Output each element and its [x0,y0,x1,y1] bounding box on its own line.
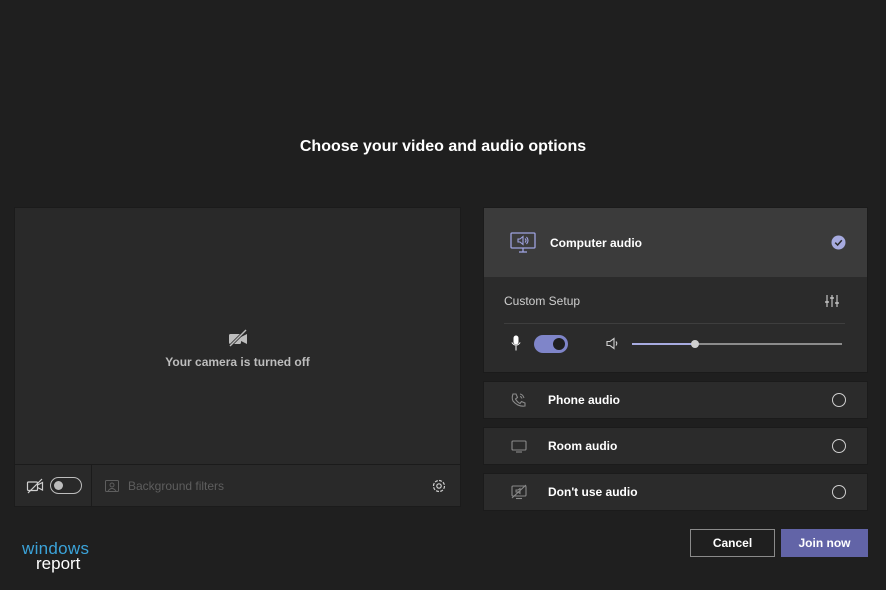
microphone-toggle[interactable] [534,335,568,353]
device-settings-icon[interactable] [825,294,839,308]
custom-setup-panel: Custom Setup [484,277,867,372]
computer-audio-option[interactable]: Computer audio [484,208,867,277]
video-preview-area: Your camera is turned off [15,208,460,465]
computer-speaker-icon [510,231,536,253]
microphone-icon [511,335,521,351]
computer-audio-card: Computer audio Custom Setup [483,207,868,373]
divider [504,323,845,324]
monitor-icon [511,440,527,453]
volume-thumb[interactable] [691,340,699,348]
room-audio-label: Room audio [548,439,618,453]
background-filters-button[interactable]: Background filters [128,479,224,493]
camera-off-icon [228,328,247,347]
no-audio-label: Don't use audio [548,485,638,499]
toggle-knob [54,480,63,490]
page-title: Choose your video and audio options [299,138,587,155]
toolbar-divider [91,464,92,507]
phone-audio-option[interactable]: Phone audio [483,381,868,419]
audio-options: Computer audio Custom Setup Phone audio … [483,207,868,511]
camera-off-icon [26,478,44,493]
custom-setup-label: Custom Setup [504,294,581,308]
checkmark-icon [831,235,846,250]
gear-icon[interactable] [431,478,447,494]
room-audio-radio[interactable] [832,439,846,453]
pre-join-screen: Choose your video and audio options Your… [0,0,886,590]
phone-audio-radio[interactable] [832,393,846,407]
no-audio-radio[interactable] [832,485,846,499]
camera-toggle[interactable] [50,477,82,494]
cancel-button[interactable]: Cancel [690,529,775,557]
toggle-knob [553,338,565,350]
camera-off-message: Your camera is turned off [165,354,310,369]
room-audio-option[interactable]: Room audio [483,427,868,465]
speaker-icon [606,337,618,350]
phone-audio-label: Phone audio [548,393,620,407]
computer-audio-label: Computer audio [550,235,642,250]
no-audio-option[interactable]: Don't use audio [483,473,868,511]
video-toolbar: Background filters [15,464,460,507]
volume-fill [632,343,695,345]
join-now-button[interactable]: Join now [781,529,868,557]
speaker-off-icon [511,484,527,500]
windows-report-logo: windows report [22,539,102,575]
video-preview-panel: Your camera is turned off Background fil… [14,207,461,507]
volume-slider[interactable] [632,340,842,348]
phone-icon [511,393,526,407]
logo-line-report: report [36,554,81,573]
background-filter-icon [105,479,119,492]
